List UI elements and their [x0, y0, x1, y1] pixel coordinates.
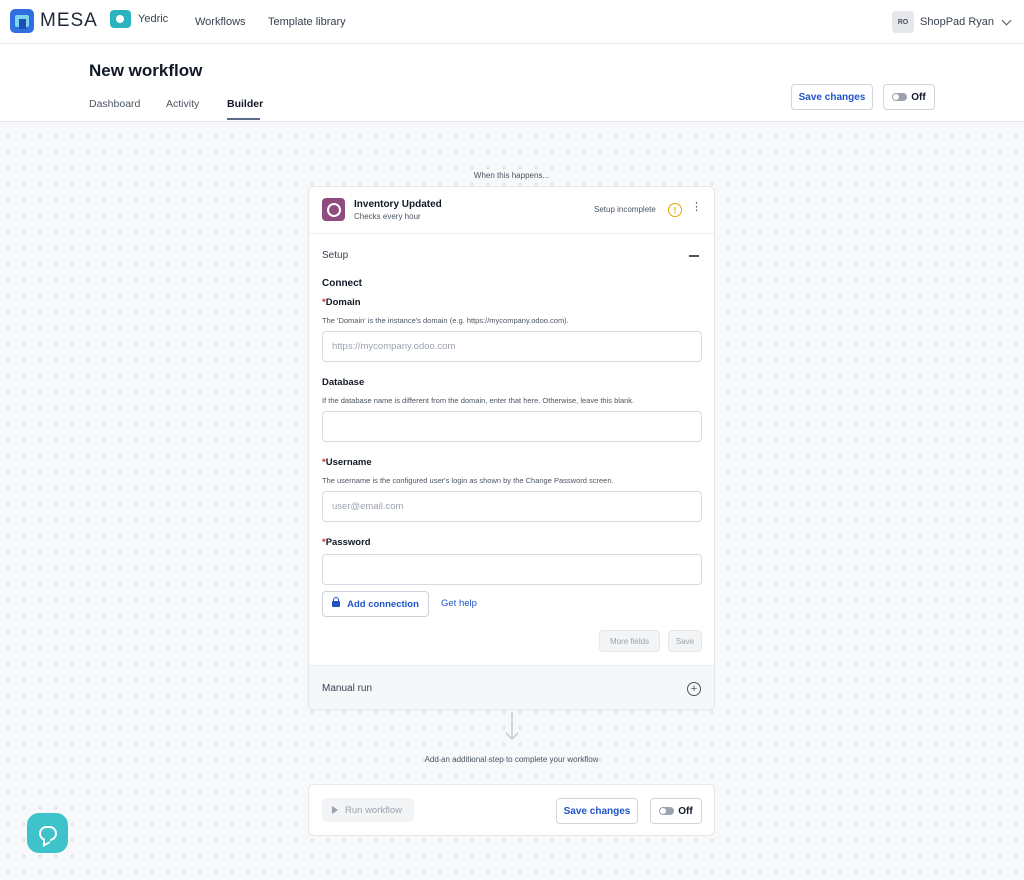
save-changes-button[interactable]: Save changes — [791, 84, 873, 110]
footer-workflow-toggle[interactable]: Off — [650, 798, 702, 824]
footer-save-changes-button[interactable]: Save changes — [556, 798, 638, 824]
user-menu[interactable]: RO ShopPad Ryan — [892, 11, 1012, 33]
lock-icon — [332, 597, 341, 610]
username-field[interactable] — [322, 491, 702, 522]
domain-field[interactable] — [322, 331, 702, 362]
password-label: *Password — [322, 537, 371, 548]
shop-logo-icon — [110, 10, 131, 28]
database-field[interactable] — [322, 411, 702, 442]
domain-label: *Domain — [322, 297, 361, 308]
run-workflow-button[interactable]: Run workflow — [322, 798, 414, 822]
toggle-label: Off — [911, 91, 926, 103]
add-connection-label: Add connection — [347, 598, 419, 610]
logo-text: MESA — [40, 10, 98, 31]
run-workflow-label: Run workflow — [345, 804, 403, 816]
username-label-text: Username — [325, 457, 372, 468]
add-step-hint: Add an additional step to complete your … — [424, 755, 599, 764]
save-changes-label: Save changes — [798, 91, 866, 103]
page-header: New workflow Dashboard Activity Builder … — [0, 44, 1024, 122]
footer-actions: Run workflow Save changes Off — [308, 784, 715, 836]
toggle-switch-icon — [659, 807, 675, 815]
save-step-button[interactable]: Save — [668, 630, 702, 652]
avatar: RO — [892, 11, 914, 33]
nav-link-template-library[interactable]: Template library — [268, 16, 346, 28]
shop-name: Yedric — [138, 13, 169, 25]
chat-icon — [38, 825, 57, 841]
tab-builder[interactable]: Builder — [227, 98, 263, 110]
nav-link-workflows[interactable]: Workflows — [195, 16, 246, 28]
domain-help: The 'Domain' is the instance's domain (e… — [322, 316, 569, 325]
toggle-switch-icon — [892, 93, 908, 101]
more-fields-label: More fields — [609, 636, 650, 646]
user-name: ShopPad Ryan — [920, 16, 994, 28]
page-title: New workflow — [89, 61, 203, 80]
manual-run-label: Manual run — [322, 683, 373, 694]
trigger-subtitle: Checks every hour — [354, 212, 421, 221]
connect-title: Connect — [322, 278, 362, 289]
mesa-logo-icon — [10, 9, 34, 33]
tab-dashboard[interactable]: Dashboard — [89, 98, 140, 110]
database-help: If the database name is different from t… — [322, 396, 635, 405]
database-label-text: Database — [322, 377, 365, 388]
active-tab-indicator — [227, 118, 260, 120]
domain-label-text: Domain — [325, 297, 361, 308]
tab-activity[interactable]: Activity — [166, 98, 199, 110]
workflow-toggle[interactable]: Off — [883, 84, 935, 110]
chat-launcher-button[interactable] — [27, 813, 68, 853]
top-nav: MESA Yedric Workflows Template library R… — [0, 0, 1024, 44]
get-help-link[interactable]: Get help — [441, 598, 477, 609]
arrow-down-icon — [505, 712, 519, 741]
password-field[interactable] — [322, 554, 702, 585]
username-label: *Username — [322, 457, 372, 468]
footer-toggle-label: Off — [678, 805, 693, 817]
save-step-label: Save — [675, 636, 695, 646]
database-label: Database — [322, 377, 364, 388]
setup-section-label: Setup — [322, 250, 349, 261]
trigger-title: Inventory Updated — [354, 199, 442, 210]
warning-icon: ! — [668, 203, 682, 217]
chevron-down-icon — [1001, 15, 1012, 25]
kebab-menu-icon[interactable]: ⋮ — [691, 202, 702, 213]
mesa-logo[interactable]: MESA — [10, 9, 98, 33]
more-fields-button[interactable]: More fields — [599, 630, 660, 652]
manual-run-section[interactable]: Manual run + — [309, 665, 714, 709]
setup-status: Setup incomplete — [594, 205, 656, 214]
trigger-caption: When this happens... — [473, 171, 550, 180]
footer-save-label: Save changes — [563, 805, 631, 817]
collapse-icon[interactable] — [689, 255, 699, 257]
add-circle-icon[interactable]: + — [687, 682, 701, 696]
trigger-header[interactable]: Inventory Updated Checks every hour Setu… — [309, 187, 714, 234]
password-label-text: Password — [325, 537, 371, 548]
trigger-card: Inventory Updated Checks every hour Setu… — [308, 186, 715, 710]
username-help: The username is the configured user's lo… — [322, 476, 614, 485]
odoo-icon — [322, 198, 345, 221]
add-connection-button[interactable]: Add connection — [322, 591, 429, 617]
play-icon — [332, 806, 338, 814]
shop-switcher[interactable]: Yedric — [110, 10, 168, 28]
